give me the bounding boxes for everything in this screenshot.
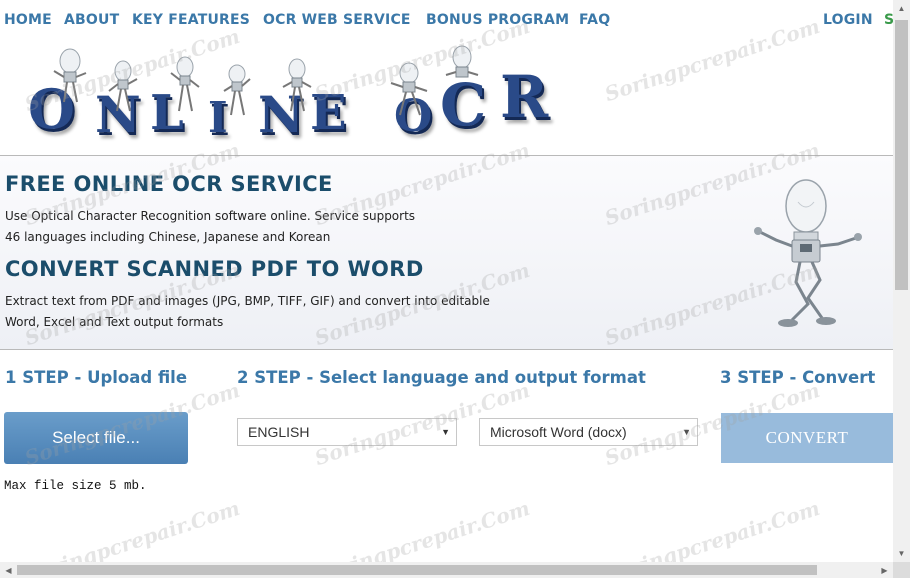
language-select-value: ENGLISH [248,424,310,440]
horizontal-scrollbar[interactable]: ◀ ▶ [0,562,893,578]
hero-title-convert-pdf: CONVERT SCANNED PDF TO WORD [5,257,424,281]
output-format-select-value: Microsoft Word (docx) [490,424,627,440]
scroll-down-icon[interactable]: ▼ [893,545,910,562]
hero-description-2-line2: Word, Excel and Text output formats [5,315,224,329]
scroll-left-icon[interactable]: ◀ [0,562,17,578]
online-ocr-logo[interactable]: O N L I N E O C R [20,45,560,145]
horizontal-scroll-thumb[interactable] [17,565,817,575]
chevron-down-icon: ▼ [682,427,691,437]
scroll-up-icon[interactable]: ▲ [893,0,910,17]
max-file-size-note: Max file size 5 mb. [4,479,147,493]
robot-mascot-icon [170,56,200,112]
select-file-button[interactable]: Select file... [4,412,188,464]
hero-description-1-line2: 46 languages including Chinese, Japanese… [5,230,331,244]
logo-letter-r: R [500,63,549,131]
output-format-select[interactable]: Microsoft Word (docx) ▼ [479,418,698,446]
hero-description-1-line1: Use Optical Character Recognition softwa… [5,209,416,223]
watermark-text: Soringpcrepair.Com [21,495,243,562]
robot-mascot-icon [445,45,479,78]
robot-mascot-icon [223,64,251,116]
vertical-scroll-thumb[interactable] [895,20,908,290]
hero-description-1: Use Optical Character Recognition softwa… [5,206,415,248]
hero-title-free-ocr: FREE ONLINE OCR SERVICE [5,172,333,196]
convert-button[interactable]: CONVERT [721,413,893,463]
nav-home[interactable]: HOME [4,12,52,28]
chevron-down-icon: ▼ [441,427,450,437]
step-2-label: 2 STEP - Select language and output form… [237,368,646,387]
robot-mascot-icon [390,62,428,116]
nav-ocr-web-service[interactable]: OCR WEB SERVICE [263,12,411,28]
nav-about[interactable]: ABOUT [64,12,119,28]
language-select[interactable]: ENGLISH ▼ [237,418,457,446]
page-viewport: HOME ABOUT KEY FEATURES OCR WEB SERVICE … [0,0,893,562]
hero-description-2: Extract text from PDF and images (JPG, B… [5,291,490,333]
nav-bonus-program[interactable]: BONUS PROGRAM [426,12,569,28]
vertical-scrollbar[interactable]: ▲ ▼ [893,0,910,562]
robot-mascot-icon [282,58,312,112]
nav-signup-partial[interactable]: S [884,12,893,28]
nav-login[interactable]: LOGIN [823,12,873,28]
scroll-right-icon[interactable]: ▶ [876,562,893,578]
robot-mascot-icon [754,179,862,327]
nav-faq[interactable]: FAQ [579,12,610,28]
robot-mascot-icon [53,48,87,103]
top-nav: HOME ABOUT KEY FEATURES OCR WEB SERVICE … [0,0,893,40]
step-3-label: 3 STEP - Convert [720,368,876,387]
robot-mascot-icon [108,60,138,112]
hero-description-2-line1: Extract text from PDF and images (JPG, B… [5,294,490,308]
watermark-text: Soringpcrepair.Com [601,495,823,562]
nav-key-features[interactable]: KEY FEATURES [132,12,250,28]
hero-section: FREE ONLINE OCR SERVICE Use Optical Char… [0,156,893,349]
watermark-text: Soringpcrepair.Com [311,495,533,562]
logo-letter-e: E [310,85,347,141]
hero-divider [0,349,893,350]
scrollbar-corner [893,562,910,578]
step-1-label: 1 STEP - Upload file [5,368,188,387]
